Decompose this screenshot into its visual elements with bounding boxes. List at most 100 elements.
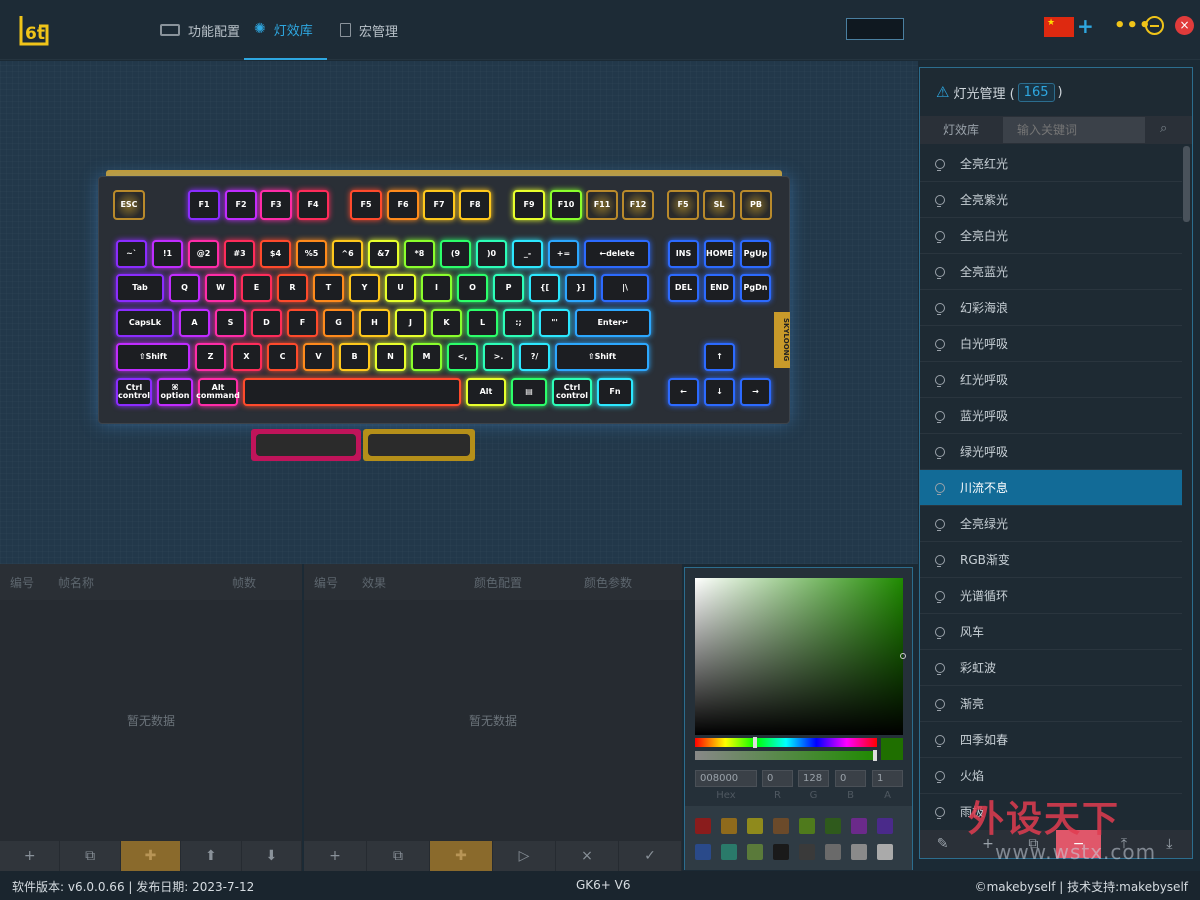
tab-macro-management[interactable]: 宏管理: [330, 0, 408, 60]
key[interactable]: :;: [503, 309, 534, 337]
key[interactable]: ←: [668, 378, 699, 406]
key[interactable]: Enter↵: [575, 309, 651, 337]
key[interactable]: END: [704, 274, 735, 302]
key[interactable]: DEL: [668, 274, 699, 302]
edit-button[interactable]: ✎: [920, 830, 965, 858]
color-swatch[interactable]: [877, 818, 893, 834]
delete-effect-button[interactable]: ×: [556, 841, 619, 871]
key[interactable]: ⌘ option: [157, 378, 193, 406]
color-swatch[interactable]: [851, 844, 867, 860]
color-swatch[interactable]: [799, 844, 815, 860]
color-swatch[interactable]: [825, 844, 841, 860]
add-effect-button[interactable]: +: [304, 841, 367, 871]
key[interactable]: F6: [387, 190, 419, 220]
search-icon[interactable]: ⌕: [1160, 121, 1167, 136]
tab-lighting-library[interactable]: ✺ 灯效库: [244, 0, 327, 60]
close-button[interactable]: ×: [1175, 16, 1194, 35]
key[interactable]: K: [431, 309, 462, 337]
key[interactable]: F8: [459, 190, 491, 220]
key[interactable]: ?/: [519, 343, 550, 371]
key[interactable]: Ctrl control: [116, 378, 152, 406]
effect-list-item[interactable]: 红光呼吸: [920, 362, 1182, 398]
key[interactable]: Fn: [597, 378, 633, 406]
key[interactable]: PgDn: [740, 274, 771, 302]
list-scrollbar[interactable]: [1183, 146, 1190, 222]
key[interactable]: F11: [586, 190, 618, 220]
hex-input[interactable]: 008000: [695, 770, 757, 787]
effect-list-item[interactable]: 火焰: [920, 758, 1182, 794]
key[interactable]: Tab: [116, 274, 164, 302]
key[interactable]: F1: [188, 190, 220, 220]
color-swatch[interactable]: [825, 818, 841, 834]
key[interactable]: Ctrl control: [552, 378, 592, 406]
language-flag-icon[interactable]: ★: [1044, 17, 1074, 37]
blue-input[interactable]: 0: [835, 770, 866, 787]
key[interactable]: L: [467, 309, 498, 337]
key[interactable]: Q: [169, 274, 200, 302]
color-swatch[interactable]: [721, 818, 737, 834]
key[interactable]: @2: [188, 240, 219, 268]
key[interactable]: H: [359, 309, 390, 337]
move-up-button[interactable]: ⬆: [181, 841, 242, 871]
key[interactable]: ⇧Shift: [555, 343, 649, 371]
minimize-button[interactable]: [1145, 16, 1164, 35]
key[interactable]: "': [539, 309, 570, 337]
key[interactable]: S: [215, 309, 246, 337]
hue-slider[interactable]: [695, 737, 877, 748]
effect-list-item[interactable]: 四季如春: [920, 722, 1182, 758]
key[interactable]: J: [395, 309, 426, 337]
key[interactable]: C: [267, 343, 298, 371]
key[interactable]: )0: [476, 240, 507, 268]
green-input[interactable]: 128: [798, 770, 829, 787]
key[interactable]: (9: [440, 240, 471, 268]
key[interactable]: PgUp: [740, 240, 771, 268]
effect-list-item[interactable]: 全亮紫光: [920, 182, 1182, 218]
key[interactable]: ^6: [332, 240, 363, 268]
search-input[interactable]: [1003, 117, 1145, 143]
key[interactable]: +=: [548, 240, 579, 268]
key[interactable]: SL: [703, 190, 735, 220]
tab-function-config[interactable]: 功能配置: [150, 0, 250, 60]
confirm-button[interactable]: ✓: [619, 841, 682, 871]
key[interactable]: ~`: [116, 240, 147, 268]
key[interactable]: CapsLk: [116, 309, 174, 337]
key[interactable]: F2: [225, 190, 257, 220]
tab-lighting-library[interactable]: 灯效库: [920, 116, 1002, 144]
key[interactable]: Alt: [466, 378, 506, 406]
color-swatch[interactable]: [721, 844, 737, 860]
preview-button[interactable]: ▷: [493, 841, 556, 871]
key[interactable]: &7: [368, 240, 399, 268]
key[interactable]: ESC: [113, 190, 145, 220]
key[interactable]: Z: [195, 343, 226, 371]
key[interactable]: F5: [350, 190, 382, 220]
key[interactable]: ←delete: [584, 240, 650, 268]
effect-list-item[interactable]: 全亮绿光: [920, 506, 1182, 542]
key[interactable]: P: [493, 274, 524, 302]
key[interactable]: F: [287, 309, 318, 337]
key[interactable]: A: [179, 309, 210, 337]
insert-frame-button[interactable]: ✚: [120, 841, 182, 871]
key[interactable]: F9: [513, 190, 545, 220]
key[interactable]: F5: [667, 190, 699, 220]
effect-list-item[interactable]: 光谱循环: [920, 578, 1182, 614]
key[interactable]: I: [421, 274, 452, 302]
color-swatch[interactable]: [877, 844, 893, 860]
insert-effect-button[interactable]: ✚: [430, 841, 493, 871]
key[interactable]: HOME: [704, 240, 735, 268]
key[interactable]: O: [457, 274, 488, 302]
color-swatch[interactable]: [747, 818, 763, 834]
key[interactable]: F4: [297, 190, 329, 220]
move-down-button[interactable]: ⬇: [242, 841, 303, 871]
alpha-slider[interactable]: [695, 750, 877, 761]
copy-effect-button[interactable]: ⧉: [367, 841, 430, 871]
key[interactable]: F12: [622, 190, 654, 220]
effect-list-item[interactable]: 绿光呼吸: [920, 434, 1182, 470]
hue-slider-handle[interactable]: [753, 737, 757, 748]
red-input[interactable]: 0: [762, 770, 793, 787]
effect-list-item[interactable]: RGB渐变: [920, 542, 1182, 578]
effect-list-item[interactable]: 全亮白光: [920, 218, 1182, 254]
light-bar-left[interactable]: [251, 429, 361, 461]
alpha-slider-handle[interactable]: [873, 750, 877, 761]
key[interactable]: U: [385, 274, 416, 302]
color-swatch[interactable]: [695, 818, 711, 834]
